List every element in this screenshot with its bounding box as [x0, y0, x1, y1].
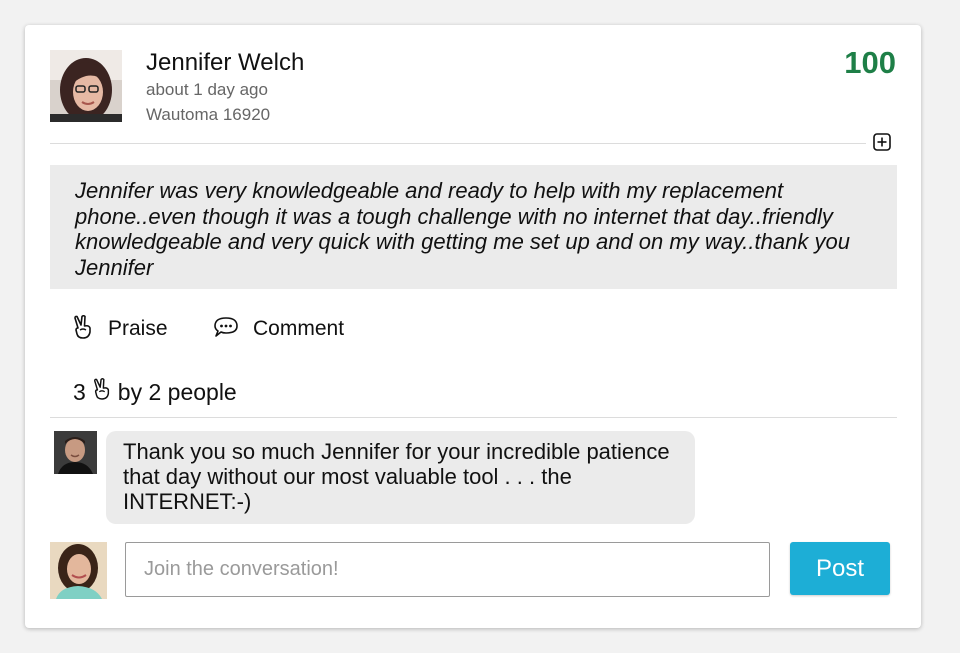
comment-label: Comment [253, 317, 345, 340]
comment-bubble: Thank you so much Jennifer for your incr… [106, 431, 695, 524]
praise-count: 3 [73, 378, 86, 405]
post-card: Jennifer Welch about 1 day ago Wautoma 1… [25, 25, 921, 628]
current-user-avatar [50, 542, 107, 599]
praise-by-text: by 2 people [117, 378, 237, 405]
commenter-avatar[interactable] [54, 431, 97, 474]
comments-divider [50, 417, 897, 418]
praise-summary[interactable]: 3 by 2 people [73, 377, 237, 407]
author-location: Wautoma 16920 [146, 105, 271, 124]
points-score: 100 [844, 45, 896, 80]
praise-button[interactable]: Praise [72, 314, 168, 344]
post-button[interactable]: Post [790, 542, 890, 595]
post-message-box: Jennifer was very knowledgeable and read… [50, 165, 897, 289]
author-name[interactable]: Jennifer Welch [146, 49, 304, 77]
author-avatar[interactable] [50, 50, 122, 122]
speech-bubble-icon [213, 316, 239, 343]
header-divider [50, 143, 866, 144]
peace-hand-icon [72, 314, 94, 344]
comment-text: Thank you so much Jennifer for your incr… [123, 439, 670, 514]
post-timestamp: about 1 day ago [146, 80, 268, 99]
comment-button[interactable]: Comment [213, 315, 344, 343]
plus-square-icon[interactable] [873, 133, 891, 151]
praise-label: Praise [108, 317, 168, 340]
peace-hand-icon [92, 377, 112, 407]
reply-input[interactable] [125, 542, 770, 597]
post-message: Jennifer was very knowledgeable and read… [75, 178, 850, 280]
